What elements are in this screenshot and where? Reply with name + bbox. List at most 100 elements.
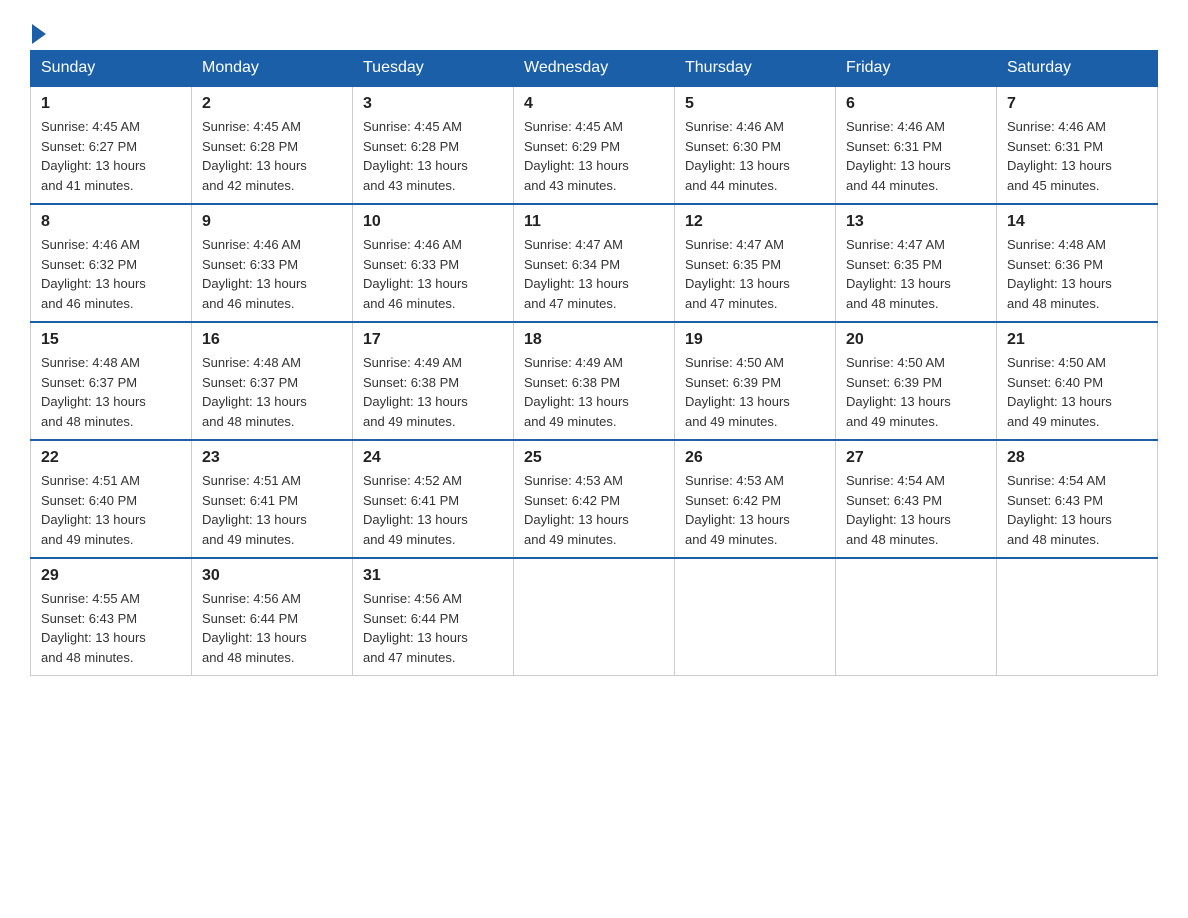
day-info: Sunrise: 4:52 AMSunset: 6:41 PMDaylight:…	[363, 473, 468, 547]
day-number: 23	[202, 449, 342, 467]
day-info: Sunrise: 4:46 AMSunset: 6:30 PMDaylight:…	[685, 119, 790, 193]
calendar-cell: 6 Sunrise: 4:46 AMSunset: 6:31 PMDayligh…	[836, 86, 997, 204]
day-info: Sunrise: 4:46 AMSunset: 6:32 PMDaylight:…	[41, 237, 146, 311]
day-info: Sunrise: 4:56 AMSunset: 6:44 PMDaylight:…	[363, 591, 468, 665]
day-info: Sunrise: 4:46 AMSunset: 6:33 PMDaylight:…	[363, 237, 468, 311]
day-info: Sunrise: 4:53 AMSunset: 6:42 PMDaylight:…	[685, 473, 790, 547]
day-info: Sunrise: 4:46 AMSunset: 6:31 PMDaylight:…	[846, 119, 951, 193]
day-info: Sunrise: 4:47 AMSunset: 6:35 PMDaylight:…	[846, 237, 951, 311]
day-info: Sunrise: 4:54 AMSunset: 6:43 PMDaylight:…	[846, 473, 951, 547]
day-info: Sunrise: 4:48 AMSunset: 6:37 PMDaylight:…	[202, 355, 307, 429]
calendar-cell: 16 Sunrise: 4:48 AMSunset: 6:37 PMDaylig…	[192, 322, 353, 440]
calendar-cell: 12 Sunrise: 4:47 AMSunset: 6:35 PMDaylig…	[675, 204, 836, 322]
day-number: 9	[202, 213, 342, 231]
calendar-cell: 13 Sunrise: 4:47 AMSunset: 6:35 PMDaylig…	[836, 204, 997, 322]
day-number: 5	[685, 95, 825, 113]
calendar-table: SundayMondayTuesdayWednesdayThursdayFrid…	[30, 50, 1158, 676]
day-number: 27	[846, 449, 986, 467]
weekday-header-tuesday: Tuesday	[353, 51, 514, 87]
calendar-cell: 17 Sunrise: 4:49 AMSunset: 6:38 PMDaylig…	[353, 322, 514, 440]
logo	[30, 20, 46, 40]
day-info: Sunrise: 4:50 AMSunset: 6:39 PMDaylight:…	[685, 355, 790, 429]
day-number: 19	[685, 331, 825, 349]
day-number: 7	[1007, 95, 1147, 113]
weekday-header-saturday: Saturday	[997, 51, 1158, 87]
day-info: Sunrise: 4:51 AMSunset: 6:40 PMDaylight:…	[41, 473, 146, 547]
day-info: Sunrise: 4:56 AMSunset: 6:44 PMDaylight:…	[202, 591, 307, 665]
weekday-header-friday: Friday	[836, 51, 997, 87]
day-number: 1	[41, 95, 181, 113]
calendar-cell: 8 Sunrise: 4:46 AMSunset: 6:32 PMDayligh…	[31, 204, 192, 322]
day-info: Sunrise: 4:45 AMSunset: 6:29 PMDaylight:…	[524, 119, 629, 193]
day-number: 25	[524, 449, 664, 467]
day-number: 12	[685, 213, 825, 231]
day-number: 26	[685, 449, 825, 467]
weekday-header-sunday: Sunday	[31, 51, 192, 87]
calendar-cell: 3 Sunrise: 4:45 AMSunset: 6:28 PMDayligh…	[353, 86, 514, 204]
calendar-cell: 20 Sunrise: 4:50 AMSunset: 6:39 PMDaylig…	[836, 322, 997, 440]
calendar-cell: 1 Sunrise: 4:45 AMSunset: 6:27 PMDayligh…	[31, 86, 192, 204]
week-row-4: 22 Sunrise: 4:51 AMSunset: 6:40 PMDaylig…	[31, 440, 1158, 558]
calendar-cell: 2 Sunrise: 4:45 AMSunset: 6:28 PMDayligh…	[192, 86, 353, 204]
page-header	[30, 20, 1158, 40]
day-info: Sunrise: 4:45 AMSunset: 6:27 PMDaylight:…	[41, 119, 146, 193]
calendar-cell: 9 Sunrise: 4:46 AMSunset: 6:33 PMDayligh…	[192, 204, 353, 322]
day-number: 10	[363, 213, 503, 231]
week-row-3: 15 Sunrise: 4:48 AMSunset: 6:37 PMDaylig…	[31, 322, 1158, 440]
day-info: Sunrise: 4:47 AMSunset: 6:35 PMDaylight:…	[685, 237, 790, 311]
weekday-header-row: SundayMondayTuesdayWednesdayThursdayFrid…	[31, 51, 1158, 87]
weekday-header-wednesday: Wednesday	[514, 51, 675, 87]
calendar-cell	[997, 558, 1158, 676]
day-number: 6	[846, 95, 986, 113]
calendar-cell: 4 Sunrise: 4:45 AMSunset: 6:29 PMDayligh…	[514, 86, 675, 204]
day-number: 31	[363, 567, 503, 585]
day-info: Sunrise: 4:50 AMSunset: 6:40 PMDaylight:…	[1007, 355, 1112, 429]
day-number: 3	[363, 95, 503, 113]
calendar-cell: 27 Sunrise: 4:54 AMSunset: 6:43 PMDaylig…	[836, 440, 997, 558]
day-info: Sunrise: 4:50 AMSunset: 6:39 PMDaylight:…	[846, 355, 951, 429]
calendar-cell	[675, 558, 836, 676]
day-number: 8	[41, 213, 181, 231]
calendar-cell	[836, 558, 997, 676]
calendar-cell: 21 Sunrise: 4:50 AMSunset: 6:40 PMDaylig…	[997, 322, 1158, 440]
calendar-cell: 24 Sunrise: 4:52 AMSunset: 6:41 PMDaylig…	[353, 440, 514, 558]
day-info: Sunrise: 4:48 AMSunset: 6:37 PMDaylight:…	[41, 355, 146, 429]
week-row-5: 29 Sunrise: 4:55 AMSunset: 6:43 PMDaylig…	[31, 558, 1158, 676]
day-number: 20	[846, 331, 986, 349]
calendar-cell: 30 Sunrise: 4:56 AMSunset: 6:44 PMDaylig…	[192, 558, 353, 676]
day-info: Sunrise: 4:55 AMSunset: 6:43 PMDaylight:…	[41, 591, 146, 665]
day-number: 29	[41, 567, 181, 585]
day-info: Sunrise: 4:48 AMSunset: 6:36 PMDaylight:…	[1007, 237, 1112, 311]
calendar-cell: 28 Sunrise: 4:54 AMSunset: 6:43 PMDaylig…	[997, 440, 1158, 558]
calendar-cell: 14 Sunrise: 4:48 AMSunset: 6:36 PMDaylig…	[997, 204, 1158, 322]
calendar-cell: 25 Sunrise: 4:53 AMSunset: 6:42 PMDaylig…	[514, 440, 675, 558]
day-number: 13	[846, 213, 986, 231]
day-number: 21	[1007, 331, 1147, 349]
day-info: Sunrise: 4:49 AMSunset: 6:38 PMDaylight:…	[363, 355, 468, 429]
week-row-1: 1 Sunrise: 4:45 AMSunset: 6:27 PMDayligh…	[31, 86, 1158, 204]
calendar-cell: 15 Sunrise: 4:48 AMSunset: 6:37 PMDaylig…	[31, 322, 192, 440]
weekday-header-monday: Monday	[192, 51, 353, 87]
calendar-cell: 31 Sunrise: 4:56 AMSunset: 6:44 PMDaylig…	[353, 558, 514, 676]
day-info: Sunrise: 4:53 AMSunset: 6:42 PMDaylight:…	[524, 473, 629, 547]
day-info: Sunrise: 4:49 AMSunset: 6:38 PMDaylight:…	[524, 355, 629, 429]
calendar-cell: 11 Sunrise: 4:47 AMSunset: 6:34 PMDaylig…	[514, 204, 675, 322]
logo-arrow-icon	[32, 24, 46, 44]
day-number: 22	[41, 449, 181, 467]
day-number: 28	[1007, 449, 1147, 467]
weekday-header-thursday: Thursday	[675, 51, 836, 87]
calendar-cell: 19 Sunrise: 4:50 AMSunset: 6:39 PMDaylig…	[675, 322, 836, 440]
calendar-cell: 18 Sunrise: 4:49 AMSunset: 6:38 PMDaylig…	[514, 322, 675, 440]
day-number: 18	[524, 331, 664, 349]
calendar-cell: 7 Sunrise: 4:46 AMSunset: 6:31 PMDayligh…	[997, 86, 1158, 204]
day-info: Sunrise: 4:51 AMSunset: 6:41 PMDaylight:…	[202, 473, 307, 547]
calendar-cell: 23 Sunrise: 4:51 AMSunset: 6:41 PMDaylig…	[192, 440, 353, 558]
day-info: Sunrise: 4:45 AMSunset: 6:28 PMDaylight:…	[202, 119, 307, 193]
day-number: 24	[363, 449, 503, 467]
day-number: 17	[363, 331, 503, 349]
calendar-cell: 26 Sunrise: 4:53 AMSunset: 6:42 PMDaylig…	[675, 440, 836, 558]
day-info: Sunrise: 4:46 AMSunset: 6:31 PMDaylight:…	[1007, 119, 1112, 193]
calendar-cell: 22 Sunrise: 4:51 AMSunset: 6:40 PMDaylig…	[31, 440, 192, 558]
calendar-cell: 5 Sunrise: 4:46 AMSunset: 6:30 PMDayligh…	[675, 86, 836, 204]
day-number: 14	[1007, 213, 1147, 231]
